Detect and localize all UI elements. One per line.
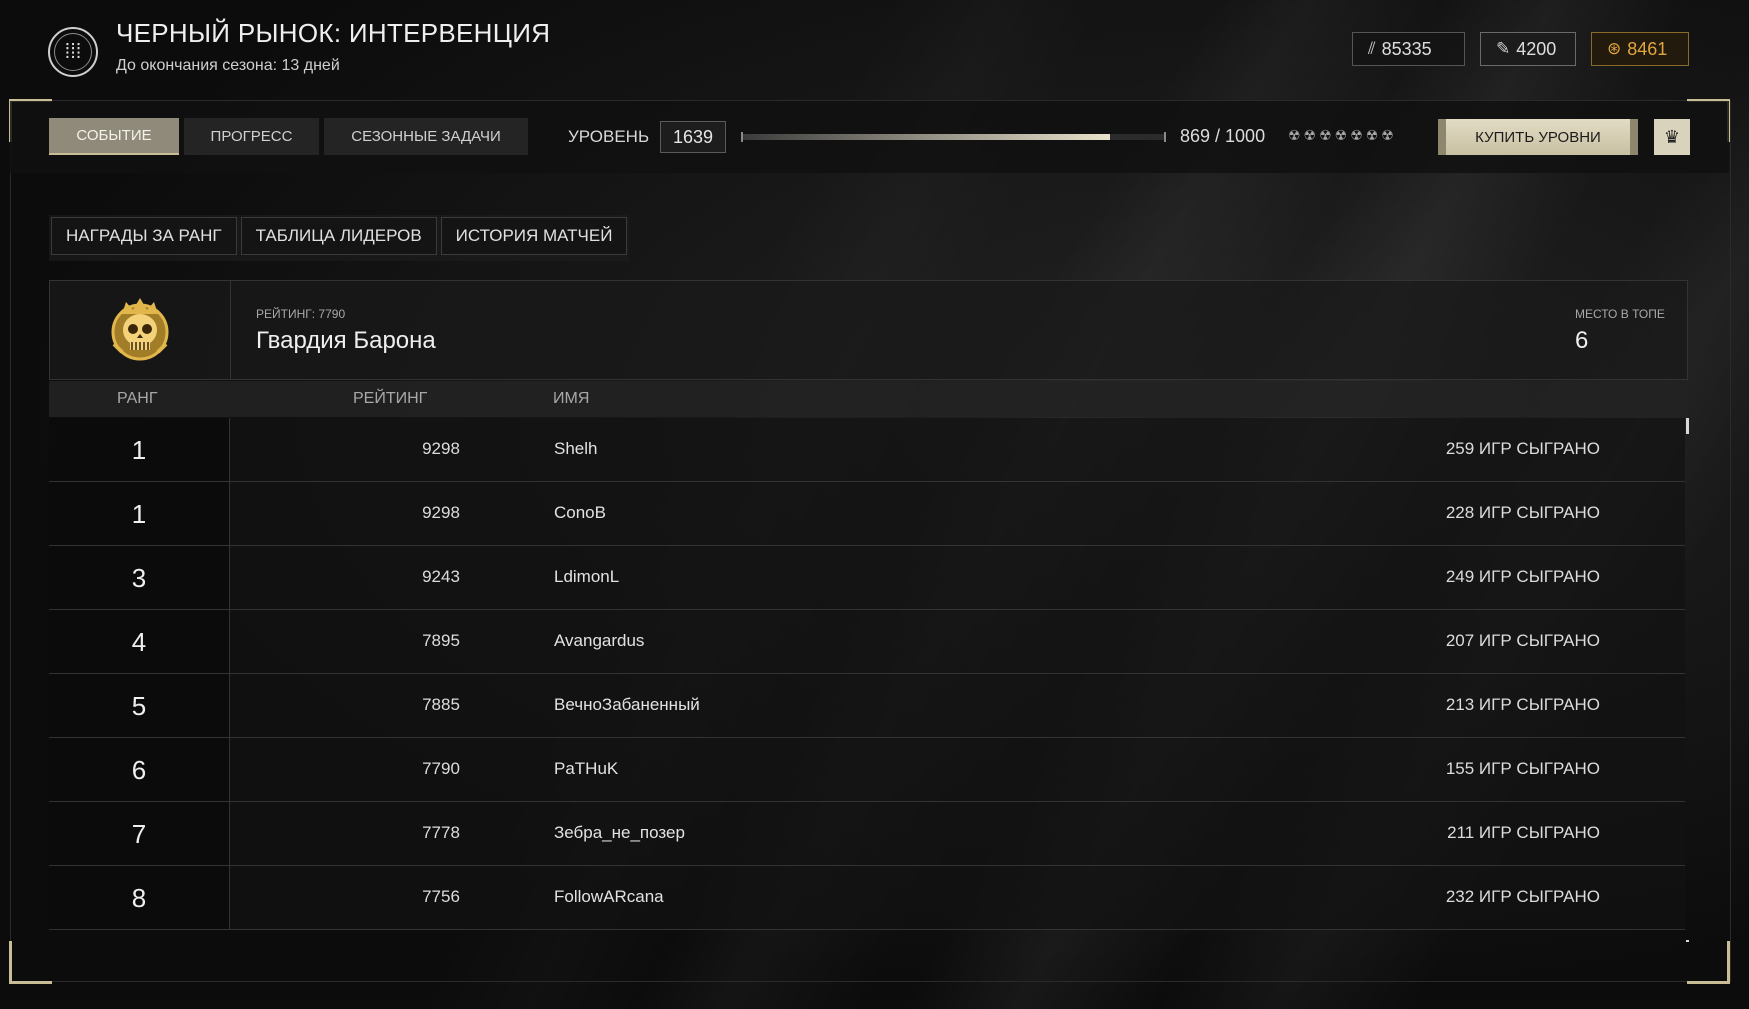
subtab-leaderboard[interactable]: ТАБЛИЦА ЛИДЕРОВ [240,217,437,255]
row-rating: 7790 [422,759,460,778]
row-player-name: ConoB [554,503,606,522]
row-player-name: LdimonL [554,567,620,586]
currency-gold[interactable]: ⊛ 8461 [1591,32,1689,66]
crown-icon[interactable]: ♛ [1654,119,1690,155]
level-value: 1639 [660,121,726,153]
currency-ticket[interactable]: ✎ 4200 [1480,32,1576,66]
row-games-played: 228 ИГР СЫГРАНО [1445,503,1600,522]
leaderboard-subtabs: НАГРАДЫ ЗА РАНГ ТАБЛИЦА ЛИДЕРОВ ИСТОРИЯ … [49,215,630,261]
currency-gold-value: 8461 [1627,38,1668,59]
frame-corner [1687,941,1730,984]
table-row[interactable]: 6 7790 PaTHuK 155 ИГР СЫГРАНО [49,738,1685,802]
row-player-name: FollowARcana [554,887,664,906]
row-rank: 6 [131,755,147,785]
tab-season-tasks[interactable]: СЕЗОННЫЕ ЗАДАЧИ [324,118,528,155]
subtab-rank-rewards[interactable]: НАГРАДЫ ЗА РАНГ [51,217,237,255]
row-rank: 5 [131,691,147,721]
level-label: УРОВЕНЬ [568,127,650,146]
row-games-played: 259 ИГР СЫГРАНО [1445,439,1600,458]
table-row[interactable]: 8 7756 FollowARcana 232 ИГР СЫГРАНО [49,866,1685,930]
place-value: 6 [1575,327,1589,354]
table-row[interactable]: 4 7895 Avangardus 207 ИГР СЫГРАНО [49,610,1685,674]
row-player-name: Avangardus [554,631,645,650]
level-progress-fill [741,134,1111,140]
row-rating: 7778 [422,823,460,842]
row-rank: 4 [131,627,147,657]
currency-ammo-value: 85335 [1381,38,1432,59]
buy-levels-button[interactable]: КУПИТЬ УРОВНИ [1438,119,1638,155]
level-progress-bar [741,132,1166,142]
row-games-played: 211 ИГР СЫГРАНО [1447,823,1600,842]
currency-ticket-value: 4200 [1516,38,1557,59]
scrollbar-thumb[interactable] [1686,418,1689,434]
level-stars: ☢☢☢☢☢☢☢ [1288,127,1397,143]
row-rank: 3 [131,563,147,593]
season-countdown: До окончания сезона: 13 дней [116,57,340,74]
row-rating: 9298 [422,439,460,458]
header-rank: РАНГ [117,390,158,407]
tab-event[interactable]: СОБЫТИЕ [49,118,179,155]
table-row[interactable]: 1 9298 Shelh 259 ИГР СЫГРАНО [49,418,1685,482]
gold-coin-icon: ⊛ [1607,39,1622,58]
row-rank: 7 [131,819,147,849]
row-games-played: 155 ИГР СЫГРАНО [1445,759,1600,778]
row-rank: 8 [131,883,147,913]
table-row[interactable]: 5 7885 ВечноЗабаненный 213 ИГР СЫГРАНО [49,674,1685,738]
header-name: ИМЯ [553,390,590,407]
row-games-played: 249 ИГР СЫГРАНО [1445,567,1600,586]
row-player-name: PaTHuK [554,759,619,778]
row-rating: 7756 [422,887,460,906]
table-header: РАНГ РЕЙТИНГ ИМЯ [49,381,1688,417]
row-rating: 7885 [422,695,460,714]
level-progress-text: 869 / 1000 [1180,126,1266,146]
row-player-name: Зебра_не_позер [554,823,685,842]
ammo-currency-icon: ⫽ [1368,39,1376,58]
team-name: Гвардия Барона [256,327,436,354]
ticket-currency-icon: ✎ [1496,39,1511,58]
table-row[interactable]: 3 9243 LdimonL 249 ИГР СЫГРАНО [49,546,1685,610]
skull-emblem-icon [50,281,231,379]
row-player-name: Shelh [554,439,598,458]
row-games-played: 207 ИГР СЫГРАНО [1445,631,1600,650]
row-games-played: 232 ИГР СЫГРАНО [1445,887,1600,906]
place-label: МЕСТО В ТОПЕ [1575,307,1665,321]
page-title: ЧЕРНЫЙ РЫНОК: ИНТЕРВЕНЦИЯ [116,18,551,48]
tab-progress[interactable]: ПРОГРЕСС [184,118,319,155]
row-rank: 1 [131,435,147,465]
ammo-logo-icon: ⁞⁞⁞ [48,27,98,77]
team-rating: РЕЙТИНГ: 7790 [256,307,346,321]
row-games-played: 213 ИГР СЫГРАНО [1445,695,1600,714]
header: ⁞⁞⁞ ЧЕРНЫЙ РЫНОК: ИНТЕРВЕНЦИЯ До окончан… [0,0,1749,100]
row-rating: 9243 [422,567,460,586]
header-rating: РЕЙТИНГ [353,390,428,407]
row-rank: 1 [131,499,147,529]
table-row[interactable]: 7 7778 Зебра_не_позер 211 ИГР СЫГРАНО [49,802,1685,866]
table-row[interactable]: 1 9298 ConoB 228 ИГР СЫГРАНО [49,482,1685,546]
leaderboard-rows: 1 9298 Shelh 259 ИГР СЫГРАНО 1 9298 Cono… [49,418,1685,930]
row-rating: 7895 [422,631,460,650]
scrollbar-end [1686,940,1689,942]
currency-ammo[interactable]: ⫽ 85335 [1352,32,1465,66]
subtab-match-history[interactable]: ИСТОРИЯ МАТЧЕЙ [440,217,628,255]
frame-corner [9,941,52,984]
row-player-name: ВечноЗабаненный [554,695,700,714]
row-rating: 9298 [422,503,460,522]
team-panel: РЕЙТИНГ: 7790 Гвардия Барона МЕСТО В ТОП… [49,280,1688,380]
